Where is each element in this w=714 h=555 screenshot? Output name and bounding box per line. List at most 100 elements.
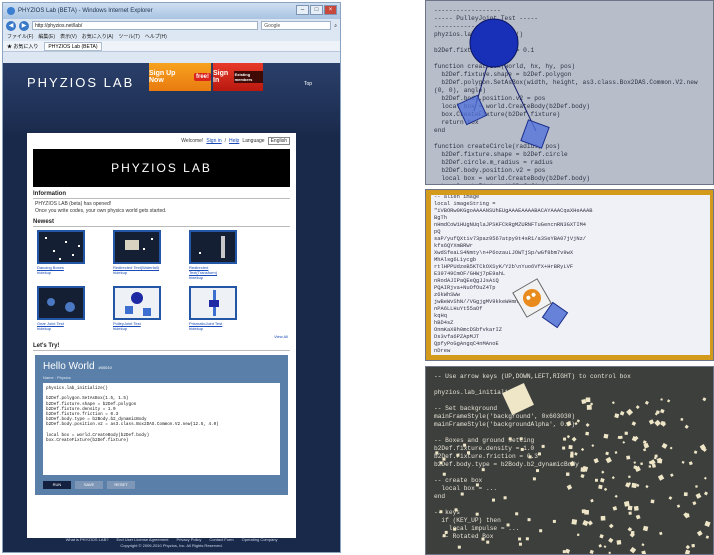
falling-box xyxy=(648,419,655,425)
falling-box xyxy=(537,452,541,456)
alien-demo-panel[interactable]: -- alien image local imageString = "iVBO… xyxy=(425,189,714,361)
title-bar: PHYZIOS Lab (BETA) - Windows Internet Ex… xyxy=(3,3,340,19)
signin-link[interactable]: Sign in xyxy=(206,138,221,144)
thumb-title[interactable]: Redirected Text(Transform) xyxy=(189,265,237,275)
site-logo[interactable]: PHYZIOS LAB xyxy=(27,75,134,90)
url-input[interactable]: http://phyzios.net/lab/ xyxy=(32,21,259,30)
falling-box xyxy=(568,445,573,450)
site-header: PHYZIOS LAB Sign Up Now free! Sign In Ex… xyxy=(3,63,340,133)
information-line: Once you write codes, your own physics w… xyxy=(35,208,167,214)
footer-link[interactable]: Operating Company xyxy=(242,537,278,543)
falling-box xyxy=(654,454,658,458)
forward-button[interactable]: ▶ xyxy=(19,20,29,31)
falling-box xyxy=(669,446,673,450)
menu-tools[interactable]: ツール(T) xyxy=(118,33,139,40)
menu-help[interactable]: ヘルプ(H) xyxy=(145,33,167,40)
favorites-button[interactable]: ★ お気に入り xyxy=(7,43,38,50)
help-link[interactable]: Help xyxy=(229,138,239,144)
falling-box xyxy=(622,440,626,444)
falling-box xyxy=(680,418,684,421)
close-button[interactable]: × xyxy=(324,5,337,15)
search-icon[interactable]: ⌕ xyxy=(334,23,337,29)
thumb-author[interactable]: hidekup xyxy=(37,326,85,331)
falling-box xyxy=(696,530,703,537)
top-link[interactable]: Top xyxy=(304,81,312,87)
maximize-button[interactable]: □ xyxy=(310,5,323,15)
reset-button[interactable]: RESET xyxy=(107,481,135,489)
falling-box xyxy=(475,512,479,516)
falling-box xyxy=(626,408,634,416)
falling-box xyxy=(614,494,618,498)
falling-box xyxy=(611,401,615,405)
thumbnail[interactable] xyxy=(37,230,85,264)
menu-file[interactable]: ファイル(F) xyxy=(7,33,33,40)
falling-box xyxy=(525,537,529,541)
signin-label: Sign In xyxy=(213,70,229,84)
falling-box xyxy=(460,492,464,496)
falling-box xyxy=(702,397,707,402)
search-input[interactable]: Google xyxy=(261,21,332,30)
falling-box xyxy=(644,400,649,405)
thumb-card[interactable]: Redirected Text(Waterfall) hidekup xyxy=(113,230,161,280)
back-button[interactable]: ◀ xyxy=(6,20,16,31)
address-bar: ◀ ▶ http://phyzios.net/lab/ Google ⌕ xyxy=(3,19,340,32)
window-controls: – □ × xyxy=(296,5,337,15)
particle xyxy=(59,258,61,260)
browser-window: PHYZIOS Lab (BETA) - Windows Internet Ex… xyxy=(2,2,341,553)
falling-box xyxy=(660,398,663,401)
thumbnail[interactable] xyxy=(189,230,237,264)
thumb-card[interactable]: PrismaticJoint Test hidekup xyxy=(189,286,237,331)
particle xyxy=(199,252,201,254)
thumb-card[interactable]: Redirected Text(Transform) hidekup xyxy=(189,230,237,280)
save-button[interactable]: SAVE xyxy=(75,481,103,489)
falling-box xyxy=(695,485,698,488)
falling-box xyxy=(666,399,671,403)
thumbnail[interactable] xyxy=(113,286,161,320)
project-name: Hello World xyxy=(43,361,95,372)
falling-box xyxy=(657,458,663,464)
thumb-card[interactable]: Gear Joint Test hidekup xyxy=(37,286,85,331)
thumb-author[interactable]: hidekup xyxy=(189,275,237,280)
menu-favorites[interactable]: お気に入り(A) xyxy=(82,33,114,40)
falling-box xyxy=(576,419,580,423)
falling-box xyxy=(565,420,572,427)
falling-box xyxy=(586,404,592,410)
thumbnail[interactable] xyxy=(113,230,161,264)
footer-link[interactable]: What is PHYZIOS LAB? xyxy=(66,537,109,543)
minimize-button[interactable]: – xyxy=(296,5,309,15)
thumb-author[interactable]: hidekup xyxy=(113,326,161,331)
thumbnail[interactable] xyxy=(37,286,85,320)
thumb-author[interactable]: hidekup xyxy=(189,326,237,331)
information-line: PHYZIOS LAB (beta) has opened! xyxy=(35,201,112,207)
menu-view[interactable]: 表示(V) xyxy=(60,33,77,40)
falling-box xyxy=(608,523,614,529)
view-all-link[interactable]: View All xyxy=(27,334,288,339)
thumb-author[interactable]: hidekup xyxy=(37,270,85,275)
falling-box xyxy=(619,411,625,416)
browser-tab[interactable]: PHYZIOS Lab (BETA) xyxy=(44,41,102,51)
name-label: Name xyxy=(43,375,54,380)
signin-button[interactable]: Sign In Existing members xyxy=(213,63,263,91)
thumb-author[interactable]: hidekup xyxy=(113,270,161,275)
falling-box xyxy=(635,405,640,410)
falling-box xyxy=(614,451,618,454)
falling-box xyxy=(585,431,590,436)
particle xyxy=(143,248,145,250)
falling-box xyxy=(616,539,622,545)
falling-box xyxy=(684,549,691,554)
arrow-keys-demo-panel[interactable]: -- Use arrow keys (UP,DOWN,LEFT,RIGHT) t… xyxy=(425,366,714,555)
particle xyxy=(72,254,74,256)
language-select[interactable]: English xyxy=(267,137,290,145)
falling-box xyxy=(668,496,673,500)
falling-box xyxy=(435,451,439,455)
signup-button[interactable]: Sign Up Now free! xyxy=(149,63,211,91)
falling-box xyxy=(641,550,647,554)
code-textarea[interactable]: physics.lab_initialize() b2Def.polygon.S… xyxy=(43,383,280,475)
falling-box xyxy=(660,408,665,414)
pulley-demo-panel[interactable]: ------------------ ----- PulleyJoint Tes… xyxy=(425,0,714,185)
run-button[interactable]: RUN xyxy=(43,481,71,489)
thumbnail[interactable] xyxy=(189,286,237,320)
thumb-card[interactable]: Dancing Boxes hidekup xyxy=(37,230,85,280)
thumb-card[interactable]: PulleyJoint Test hidekup xyxy=(113,286,161,331)
menu-edit[interactable]: 編集(E) xyxy=(38,33,55,40)
